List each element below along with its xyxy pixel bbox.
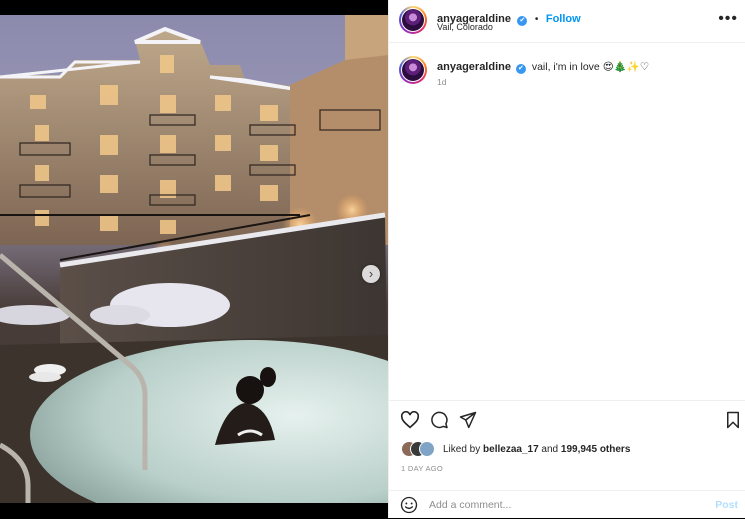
likes-prefix: Liked by [443,444,484,455]
top-bar [0,0,388,15]
separator: • [534,14,539,25]
caption-line: anyageraldine ✔ vail, i'm in love 😍🎄✨♡ [437,60,649,74]
next-photo-button[interactable]: › [362,265,380,283]
likes-middle: and [538,444,561,455]
caption-text: vail, i'm in love 😍🎄✨♡ [531,61,650,73]
caption-username[interactable]: anyageraldine [437,61,511,73]
post-details-panel: anyageraldine ✔ • Follow Vail, Colorado … [388,0,745,518]
post-photo[interactable]: › [0,15,388,503]
comment-bar: Post [389,490,745,519]
follow-button[interactable]: Follow [546,13,581,25]
location-link[interactable]: Vail, Colorado [437,22,493,32]
liker-username[interactable]: bellezaa_17 [483,444,539,455]
liker-avatar [419,441,435,457]
post-date: 1 DAY AGO [401,464,444,473]
caption: anyageraldine ✔ vail, i'm in love 😍🎄✨♡ 1… [399,56,739,96]
heart-icon[interactable] [400,411,420,429]
post-header: anyageraldine ✔ • Follow Vail, Colorado … [389,0,745,43]
share-icon[interactable] [459,411,477,429]
caption-avatar[interactable] [399,56,427,84]
next-arrow-icon: › [368,266,374,281]
bookmark-icon[interactable] [726,411,740,429]
post-comment-button[interactable]: Post [715,499,738,511]
verified-icon: ✔ [515,64,526,74]
more-icon[interactable]: ••• [718,10,738,28]
photo-scene [0,15,388,503]
avatar[interactable] [399,6,427,34]
comment-input[interactable] [429,497,699,513]
emoji-icon[interactable] [400,496,418,514]
caption-time: 1d [437,77,447,87]
action-bar [389,400,745,441]
comment-icon[interactable] [430,411,449,429]
likes-summary[interactable]: Liked by bellezaa_17 and 199,945 others [443,444,630,455]
verified-icon: ✔ [517,16,528,26]
likes-count[interactable]: 199,945 others [561,444,631,455]
